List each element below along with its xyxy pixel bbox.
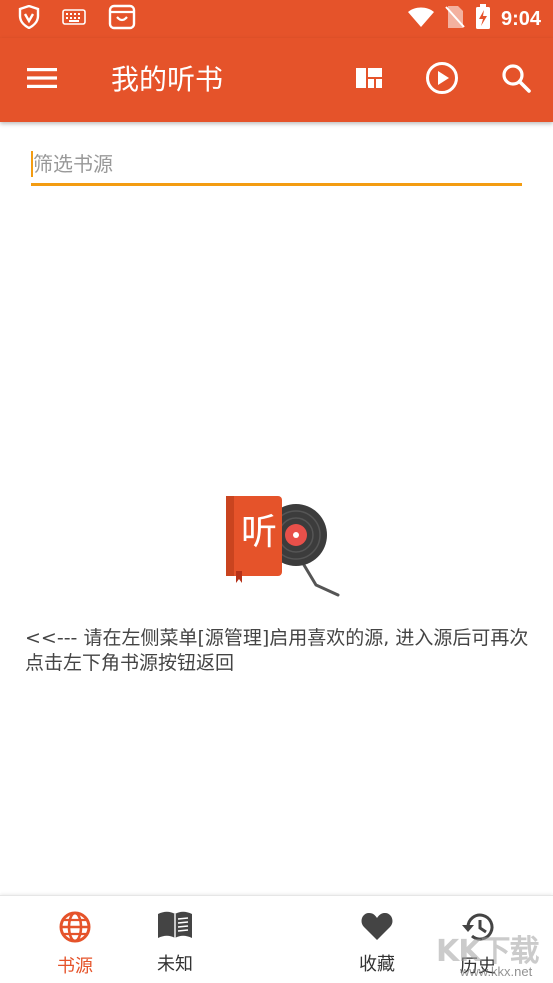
book-icon [156,910,194,946]
nav-tab-history[interactable]: 历史 [438,910,518,977]
status-time: 9:04 [500,7,541,30]
globe-icon [58,910,92,948]
menu-button[interactable] [22,60,62,100]
hamburger-menu-icon [26,66,58,94]
vpn-shield-icon [18,4,40,33]
history-icon [460,910,496,948]
empty-state-illustration: 听 [222,493,342,597]
nav-tab-unknown[interactable]: 未知 [135,910,215,976]
shopping-bag-icon [108,4,136,34]
play-button[interactable] [422,60,462,100]
nav-tab-label: 未知 [157,954,193,975]
nav-tab-sources[interactable]: 书源 [35,910,115,977]
filter-sources-input[interactable] [31,145,522,183]
search-button[interactable] [496,60,536,100]
heart-icon [360,910,394,946]
app-bar: 我的听书 [0,38,553,122]
no-sim-icon [445,5,465,33]
page-title: 我的听书 [111,63,224,96]
search-icon [501,63,531,97]
status-bar-left [18,4,136,34]
empty-state-message: <<--- 请在左侧菜单[源管理]启用喜欢的源, 进入源后可再次点击左下角书源按… [25,627,529,674]
bottom-navigation: 书源 未知 收藏 历史 [0,895,553,983]
nav-tab-favorites[interactable]: 收藏 [337,910,417,976]
illustration-text: 听 [240,512,277,553]
play-circle-icon [425,61,459,99]
status-bar-right: 9:04 [407,4,541,34]
filter-field[interactable] [31,145,522,186]
nav-tab-label: 书源 [57,956,93,977]
wifi-icon [407,6,435,32]
layout-button[interactable] [349,60,389,100]
text-cursor [31,151,33,177]
nav-tab-label: 历史 [460,956,496,977]
battery-charging-icon [475,4,491,34]
status-bar: 9:04 [0,0,553,38]
nav-tab-label: 收藏 [359,954,395,975]
layout-icon [355,66,383,94]
keyboard-icon [62,9,86,29]
app-root: 9:04 我的听书 筛选书源 听 <<--- 请在左侧菜单[源管理]启用喜欢的源… [0,0,553,983]
